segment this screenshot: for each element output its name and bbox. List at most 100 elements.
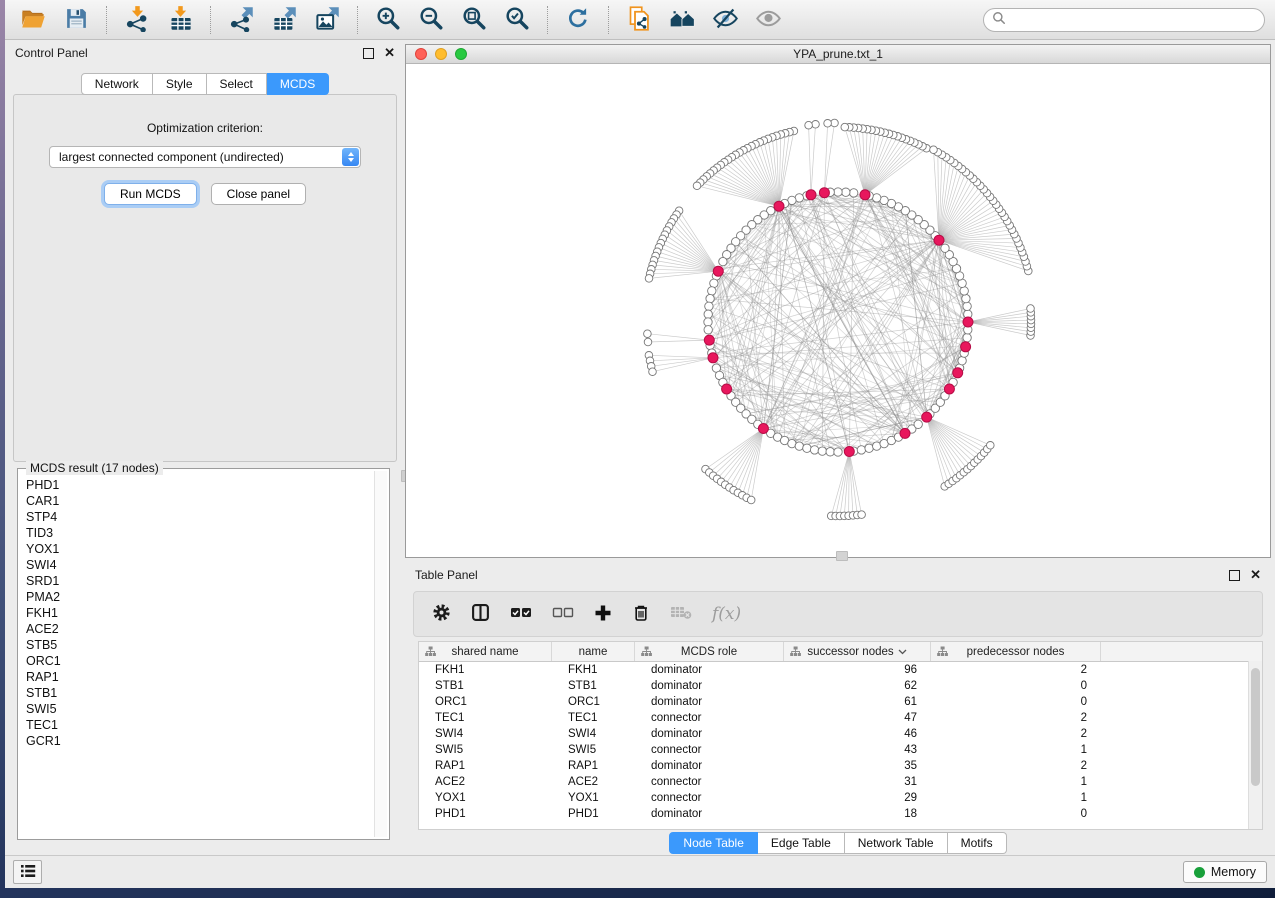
minimize-window-icon[interactable] bbox=[435, 48, 447, 60]
fan-node[interactable] bbox=[649, 368, 657, 376]
hub-node[interactable] bbox=[774, 201, 784, 211]
select-all-button[interactable] bbox=[510, 605, 532, 624]
show-panels-button[interactable] bbox=[13, 860, 42, 884]
ring-node[interactable] bbox=[803, 444, 811, 452]
export-image-button[interactable] bbox=[309, 5, 345, 35]
hub-node[interactable] bbox=[922, 412, 932, 422]
table-row[interactable]: SWI5SWI5connector431 bbox=[419, 742, 1262, 758]
hub-node[interactable] bbox=[819, 188, 829, 198]
hub-node[interactable] bbox=[844, 447, 854, 457]
tab-network-table[interactable]: Network Table bbox=[845, 832, 948, 854]
table-row[interactable]: ACE2ACE2connector311 bbox=[419, 774, 1262, 790]
ring-node[interactable] bbox=[719, 257, 727, 265]
hub-node[interactable] bbox=[934, 235, 944, 245]
hub-node[interactable] bbox=[963, 317, 973, 327]
delete-column-button[interactable] bbox=[632, 604, 650, 625]
mcds-result-item[interactable]: STB1 bbox=[26, 685, 367, 701]
table-row[interactable]: YOX1YOX1connector291 bbox=[419, 790, 1262, 806]
column-header-shared-name[interactable]: shared name bbox=[419, 642, 552, 661]
deselect-all-button[interactable] bbox=[552, 605, 574, 624]
ring-node[interactable] bbox=[706, 294, 714, 302]
mcds-list-scrollbar[interactable] bbox=[374, 471, 387, 837]
maximize-window-icon[interactable] bbox=[455, 48, 467, 60]
fan-node[interactable] bbox=[805, 121, 813, 129]
mcds-result-item[interactable]: STB5 bbox=[26, 637, 367, 653]
open-file-button[interactable] bbox=[15, 5, 51, 35]
fan-node[interactable] bbox=[812, 121, 820, 129]
function-builder-button[interactable]: f(x) bbox=[712, 604, 741, 624]
fan-node[interactable] bbox=[841, 123, 849, 131]
column-header-successor-nodes[interactable]: successor nodes bbox=[784, 642, 931, 661]
hub-node[interactable] bbox=[722, 384, 732, 394]
zoom-selected-button[interactable] bbox=[499, 5, 535, 35]
close-panel-button[interactable]: Close panel bbox=[211, 183, 306, 205]
mcds-result-item[interactable]: CAR1 bbox=[26, 493, 367, 509]
mcds-result-item[interactable]: ORC1 bbox=[26, 653, 367, 669]
tab-edge-table[interactable]: Edge Table bbox=[758, 832, 845, 854]
export-table-button[interactable] bbox=[266, 5, 302, 35]
column-header-MCDS-role[interactable]: MCDS role bbox=[635, 642, 784, 661]
fan-node[interactable] bbox=[644, 338, 652, 346]
search-input[interactable] bbox=[1011, 12, 1256, 28]
zoom-fit-button[interactable] bbox=[456, 5, 492, 35]
column-header-predecessor-nodes[interactable]: predecessor nodes bbox=[931, 642, 1101, 661]
close-table-panel-icon[interactable]: ✕ bbox=[1250, 570, 1261, 580]
network-graph[interactable] bbox=[406, 63, 1270, 557]
apply-layout-button[interactable] bbox=[560, 5, 596, 35]
ring-node[interactable] bbox=[873, 194, 881, 202]
table-scrollbar-thumb[interactable] bbox=[1251, 668, 1260, 786]
save-session-button[interactable] bbox=[58, 5, 94, 35]
ring-node[interactable] bbox=[850, 189, 858, 197]
ring-node[interactable] bbox=[962, 294, 970, 302]
float-panel-icon[interactable] bbox=[363, 48, 374, 59]
hub-node[interactable] bbox=[953, 368, 963, 378]
network-from-file-button[interactable] bbox=[621, 5, 657, 35]
table-row[interactable]: STB1STB1dominator620 bbox=[419, 678, 1262, 694]
delete-table-button[interactable] bbox=[670, 605, 692, 623]
fan-node[interactable] bbox=[858, 511, 866, 519]
mcds-result-item[interactable]: SWI4 bbox=[26, 557, 367, 573]
hub-node[interactable] bbox=[806, 190, 816, 200]
mcds-result-item[interactable]: YOX1 bbox=[26, 541, 367, 557]
ring-node[interactable] bbox=[818, 447, 826, 455]
table-row[interactable]: RAP1RAP1dominator352 bbox=[419, 758, 1262, 774]
hub-node[interactable] bbox=[704, 335, 714, 345]
mcds-result-item[interactable]: SWI5 bbox=[26, 701, 367, 717]
network-canvas[interactable] bbox=[406, 63, 1270, 557]
tab-motifs[interactable]: Motifs bbox=[948, 832, 1007, 854]
tab-node-table[interactable]: Node Table bbox=[669, 832, 758, 854]
mcds-result-item[interactable]: FKH1 bbox=[26, 605, 367, 621]
memory-button[interactable]: Memory bbox=[1183, 861, 1267, 883]
export-network-button[interactable] bbox=[223, 5, 259, 35]
hide-selected-button[interactable] bbox=[707, 5, 743, 35]
open-session-houses-button[interactable] bbox=[664, 5, 700, 35]
zoom-out-button[interactable] bbox=[413, 5, 449, 35]
fan-node[interactable] bbox=[831, 119, 839, 127]
mcds-result-item[interactable]: TEC1 bbox=[26, 717, 367, 733]
show-columns-button[interactable] bbox=[471, 603, 490, 625]
table-scrollbar[interactable] bbox=[1248, 661, 1262, 829]
search-box[interactable] bbox=[983, 8, 1265, 32]
fan-node[interactable] bbox=[824, 120, 832, 128]
ring-node[interactable] bbox=[795, 442, 803, 450]
hub-node[interactable] bbox=[961, 342, 971, 352]
ring-node[interactable] bbox=[857, 446, 865, 454]
ring-node[interactable] bbox=[960, 287, 968, 295]
close-panel-icon[interactable]: ✕ bbox=[384, 48, 395, 58]
mcds-result-item[interactable]: TID3 bbox=[26, 525, 367, 541]
ring-node[interactable] bbox=[705, 302, 713, 310]
hub-node[interactable] bbox=[708, 353, 718, 363]
ring-node[interactable] bbox=[963, 334, 971, 342]
add-column-button[interactable] bbox=[594, 604, 612, 625]
show-all-button[interactable] bbox=[750, 5, 786, 35]
ring-node[interactable] bbox=[834, 188, 842, 196]
criterion-dropdown[interactable]: largest connected component (undirected) bbox=[49, 146, 361, 168]
mcds-result-item[interactable]: PMA2 bbox=[26, 589, 367, 605]
fan-node[interactable] bbox=[693, 182, 701, 190]
fan-node[interactable] bbox=[747, 496, 755, 504]
ring-node[interactable] bbox=[810, 446, 818, 454]
ring-node[interactable] bbox=[834, 448, 842, 456]
tab-network[interactable]: Network bbox=[81, 73, 153, 95]
tab-select[interactable]: Select bbox=[207, 73, 267, 95]
sort-chevron-icon[interactable] bbox=[898, 646, 907, 658]
